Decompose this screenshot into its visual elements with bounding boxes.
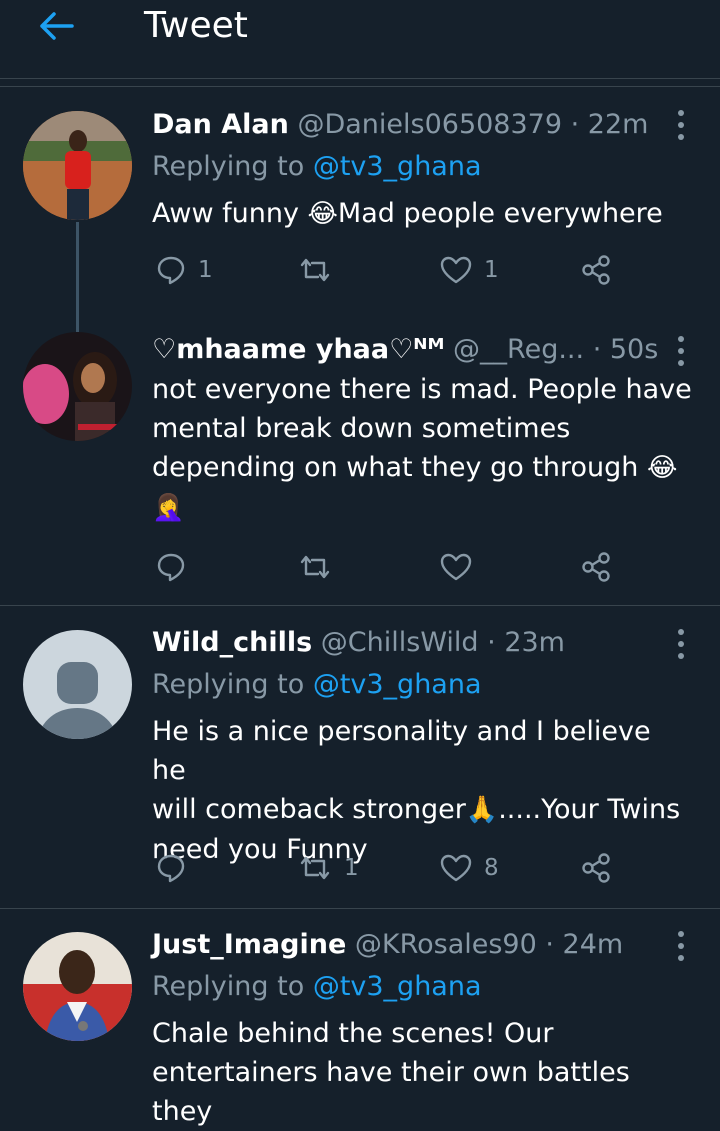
back-arrow-icon[interactable] <box>36 8 76 44</box>
tweet-text-line: depending on what they go through 😂 <box>152 448 692 488</box>
tweet-text-line: He is a nice personality and I believe h… <box>152 716 651 786</box>
retweet-button[interactable] <box>298 547 344 587</box>
page-title: Tweet <box>144 5 248 46</box>
reply-icon <box>157 553 185 582</box>
display-name[interactable]: Just_Imagine <box>152 929 346 960</box>
like-button[interactable]: 8 <box>440 848 499 888</box>
replying-handle-link[interactable]: @tv3_ghana <box>313 669 482 700</box>
like-count: 8 <box>484 855 499 881</box>
retweet-icon <box>300 555 330 579</box>
tweet-actions: 1 8 <box>152 848 632 888</box>
timestamp: · 23m <box>487 627 565 658</box>
tweet-header: Wild_chills @ChillsWild · 23m <box>152 625 565 661</box>
retweet-icon <box>300 856 330 880</box>
like-button[interactable]: 1 <box>440 250 499 290</box>
timestamp: · 50s <box>592 334 659 365</box>
reply-button[interactable] <box>156 547 198 587</box>
praying-hands-emoji: 🙏 <box>465 795 499 825</box>
avatar[interactable] <box>23 932 132 1041</box>
tweet-actions: 1 1 <box>152 250 632 290</box>
timestamp: · 24m <box>545 929 624 960</box>
tweet-text-part: will comeback stronger <box>152 794 466 825</box>
tweet-text: Aww funny 😂Mad people everywhere <box>152 194 692 234</box>
laughing-emoji: 😂 <box>307 199 338 229</box>
tweet-divider <box>0 605 720 606</box>
reply-count: 1 <box>198 257 213 283</box>
tweet-text-part: Aww funny <box>152 198 308 229</box>
share-icon <box>582 552 610 582</box>
display-name[interactable]: Wild_chills <box>152 627 312 658</box>
user-handle[interactable]: @Daniels06508379 <box>297 109 562 140</box>
avatar[interactable] <box>23 332 132 441</box>
like-icon <box>440 553 472 581</box>
more-icon[interactable] <box>676 629 686 659</box>
header-divider <box>0 86 720 87</box>
share-icon <box>582 255 610 285</box>
retweet-icon <box>300 258 330 282</box>
reply-icon <box>157 256 185 285</box>
reply-button[interactable] <box>156 848 198 888</box>
laughing-emoji: 😂 <box>647 453 678 483</box>
replying-label: Replying to <box>152 669 313 700</box>
tweet-header: ♡mhaame yhaa♡ᴺᴹ @__Reg... · 50s <box>152 332 658 368</box>
replying-label: Replying to <box>152 151 313 182</box>
retweet-count: 1 <box>344 855 359 881</box>
user-handle[interactable]: @ChillsWild <box>321 627 479 658</box>
tweet-text-part: Mad people everywhere <box>337 198 663 229</box>
tweet-text: not everyone there is mad. People have m… <box>152 370 692 528</box>
tweet-text: He is a nice personality and I believe h… <box>152 712 692 869</box>
top-bar: Tweet <box>0 0 720 79</box>
thread-line <box>76 222 79 332</box>
user-handle[interactable]: @__Reg... <box>453 334 584 365</box>
tweet-text: Chale behind the scenes! Our entertainer… <box>152 1014 692 1131</box>
tweet-text-part: .....Your Twins <box>498 794 681 825</box>
replying-handle-link[interactable]: @tv3_ghana <box>313 971 482 1002</box>
share-button[interactable] <box>580 547 612 587</box>
avatar[interactable] <box>23 111 132 220</box>
retweet-button[interactable] <box>298 250 344 290</box>
replying-to: Replying to @tv3_ghana <box>152 667 482 703</box>
replying-to: Replying to @tv3_ghana <box>152 149 482 185</box>
user-handle[interactable]: @KRosales90 <box>355 929 537 960</box>
like-count: 1 <box>484 257 499 283</box>
avatar[interactable] <box>23 630 132 739</box>
tweet-text-line: not everyone there is mad. People have <box>152 374 692 405</box>
tweet-text-line: mental break down sometimes <box>152 413 571 444</box>
tweet-text-line: will comeback stronger🙏.....Your Twins <box>152 790 692 830</box>
retweet-button[interactable]: 1 <box>298 848 359 888</box>
display-name[interactable]: Dan Alan <box>152 109 289 140</box>
default-avatar-icon <box>23 630 132 739</box>
tweet-text-line: 🤦‍♀️ <box>152 488 692 528</box>
tweet-header: Dan Alan @Daniels06508379 · 22m <box>152 107 648 143</box>
share-icon <box>582 853 610 883</box>
replying-to: Replying to @tv3_ghana <box>152 969 482 1005</box>
like-icon <box>440 256 472 284</box>
more-icon[interactable] <box>676 931 686 961</box>
timestamp: · 22m <box>570 109 649 140</box>
tweet-header: Just_Imagine @KRosales90 · 24m <box>152 927 623 963</box>
share-button[interactable] <box>580 848 612 888</box>
like-icon <box>440 854 472 882</box>
more-icon[interactable] <box>676 336 686 366</box>
tweet-divider <box>0 908 720 909</box>
more-icon[interactable] <box>676 110 686 140</box>
replying-handle-link[interactable]: @tv3_ghana <box>313 151 482 182</box>
reply-icon <box>157 854 185 883</box>
tweet-actions <box>152 547 632 587</box>
like-button[interactable] <box>440 547 484 587</box>
facepalm-emoji: 🤦‍♀️ <box>152 493 185 523</box>
tweet-text-part: depending on what they go through <box>152 452 647 483</box>
tweet-text-line: entertainers have their own battles they <box>152 1057 630 1127</box>
share-button[interactable] <box>580 250 612 290</box>
display-name[interactable]: ♡mhaame yhaa♡ᴺᴹ <box>152 334 444 365</box>
reply-button[interactable]: 1 <box>156 250 213 290</box>
tweet-text-line: Chale behind the scenes! Our <box>152 1018 554 1049</box>
replying-label: Replying to <box>152 971 313 1002</box>
